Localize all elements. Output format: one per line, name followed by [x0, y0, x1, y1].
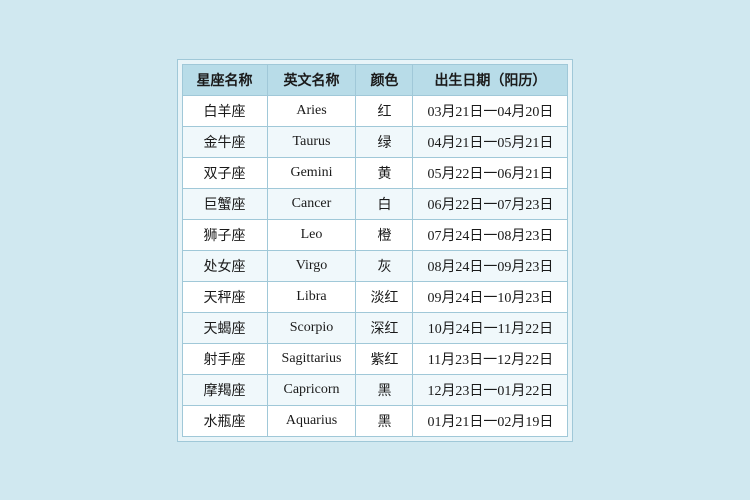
- cell-chinese-name: 射手座: [182, 343, 267, 374]
- table-row: 摩羯座Capricorn黑12月23日一01月22日: [182, 374, 568, 405]
- cell-color: 绿: [356, 126, 413, 157]
- cell-dates: 04月21日一05月21日: [413, 126, 568, 157]
- table-row: 天蝎座Scorpio深红10月24日一11月22日: [182, 312, 568, 343]
- cell-dates: 10月24日一11月22日: [413, 312, 568, 343]
- cell-color: 深红: [356, 312, 413, 343]
- table-row: 金牛座Taurus绿04月21日一05月21日: [182, 126, 568, 157]
- cell-dates: 08月24日一09月23日: [413, 250, 568, 281]
- cell-dates: 12月23日一01月22日: [413, 374, 568, 405]
- table-row: 双子座Gemini黄05月22日一06月21日: [182, 157, 568, 188]
- cell-color: 红: [356, 95, 413, 126]
- cell-color: 淡红: [356, 281, 413, 312]
- cell-color: 黄: [356, 157, 413, 188]
- table-row: 水瓶座Aquarius黑01月21日一02月19日: [182, 405, 568, 436]
- cell-english-name: Cancer: [267, 188, 356, 219]
- cell-chinese-name: 天秤座: [182, 281, 267, 312]
- cell-chinese-name: 处女座: [182, 250, 267, 281]
- cell-english-name: Aries: [267, 95, 356, 126]
- cell-chinese-name: 狮子座: [182, 219, 267, 250]
- cell-english-name: Libra: [267, 281, 356, 312]
- cell-color: 灰: [356, 250, 413, 281]
- cell-english-name: Gemini: [267, 157, 356, 188]
- table-row: 处女座Virgo灰08月24日一09月23日: [182, 250, 568, 281]
- cell-color: 紫红: [356, 343, 413, 374]
- table-header-row: 星座名称 英文名称 颜色 出生日期（阳历）: [182, 64, 568, 95]
- cell-color: 黑: [356, 374, 413, 405]
- cell-color: 黑: [356, 405, 413, 436]
- cell-english-name: Taurus: [267, 126, 356, 157]
- cell-dates: 09月24日一10月23日: [413, 281, 568, 312]
- cell-dates: 01月21日一02月19日: [413, 405, 568, 436]
- cell-dates: 05月22日一06月21日: [413, 157, 568, 188]
- header-english-name: 英文名称: [267, 64, 356, 95]
- zodiac-table: 星座名称 英文名称 颜色 出生日期（阳历） 白羊座Aries红03月21日一04…: [182, 64, 569, 437]
- cell-chinese-name: 天蝎座: [182, 312, 267, 343]
- cell-chinese-name: 水瓶座: [182, 405, 267, 436]
- header-dates: 出生日期（阳历）: [413, 64, 568, 95]
- cell-chinese-name: 白羊座: [182, 95, 267, 126]
- cell-dates: 03月21日一04月20日: [413, 95, 568, 126]
- table-row: 狮子座Leo橙07月24日一08月23日: [182, 219, 568, 250]
- cell-english-name: Sagittarius: [267, 343, 356, 374]
- zodiac-table-wrapper: 星座名称 英文名称 颜色 出生日期（阳历） 白羊座Aries红03月21日一04…: [177, 59, 574, 442]
- header-chinese-name: 星座名称: [182, 64, 267, 95]
- cell-english-name: Capricorn: [267, 374, 356, 405]
- cell-dates: 11月23日一12月22日: [413, 343, 568, 374]
- header-color: 颜色: [356, 64, 413, 95]
- cell-color: 橙: [356, 219, 413, 250]
- table-row: 白羊座Aries红03月21日一04月20日: [182, 95, 568, 126]
- cell-dates: 07月24日一08月23日: [413, 219, 568, 250]
- cell-english-name: Leo: [267, 219, 356, 250]
- table-row: 巨蟹座Cancer白06月22日一07月23日: [182, 188, 568, 219]
- table-row: 天秤座Libra淡红09月24日一10月23日: [182, 281, 568, 312]
- table-row: 射手座Sagittarius紫红11月23日一12月22日: [182, 343, 568, 374]
- cell-dates: 06月22日一07月23日: [413, 188, 568, 219]
- cell-chinese-name: 摩羯座: [182, 374, 267, 405]
- cell-chinese-name: 双子座: [182, 157, 267, 188]
- cell-color: 白: [356, 188, 413, 219]
- cell-english-name: Scorpio: [267, 312, 356, 343]
- cell-english-name: Virgo: [267, 250, 356, 281]
- cell-chinese-name: 巨蟹座: [182, 188, 267, 219]
- cell-chinese-name: 金牛座: [182, 126, 267, 157]
- cell-english-name: Aquarius: [267, 405, 356, 436]
